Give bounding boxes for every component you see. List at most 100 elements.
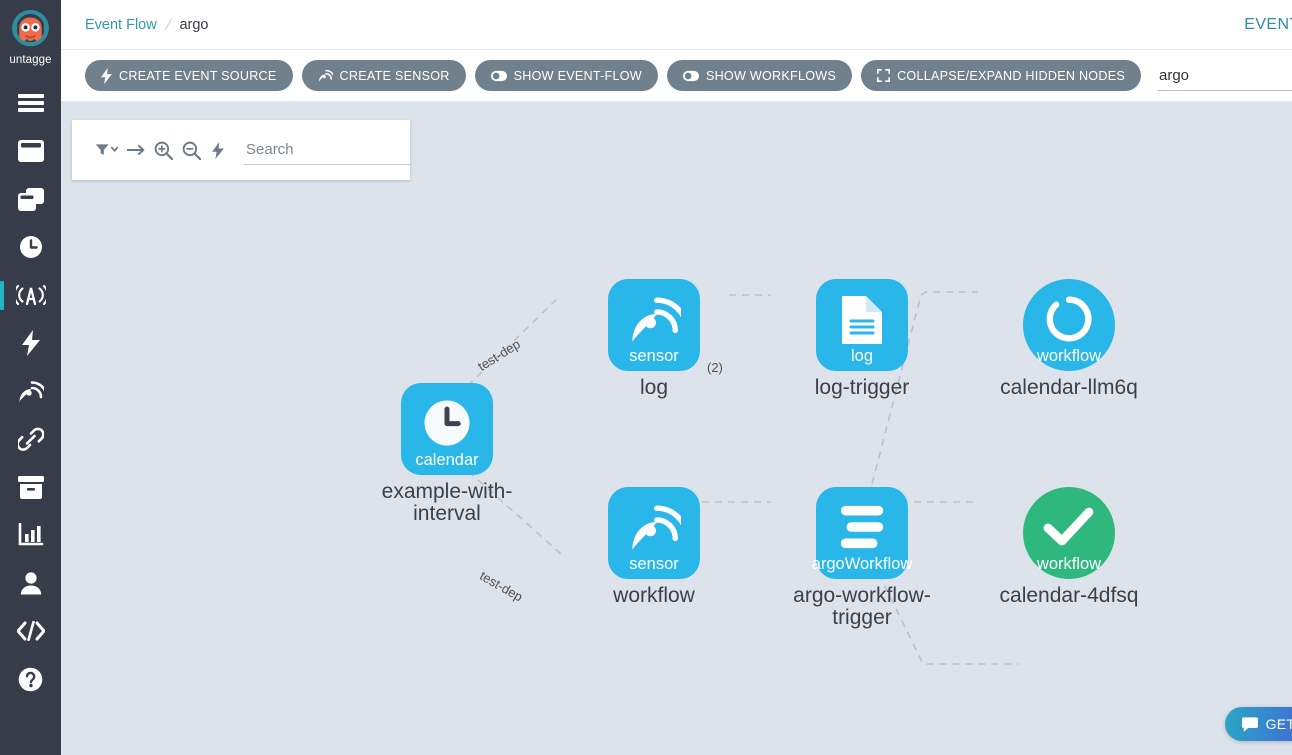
layout-direction-button[interactable] [123,136,150,164]
zoom-out-icon [182,141,201,160]
node-shape: log [816,279,908,371]
sidebar-item-cron-workflows[interactable] [0,223,61,271]
user-icon [20,572,41,595]
zoom-in-icon [155,141,174,160]
filter-button[interactable] [90,136,123,164]
node-shape: workflow [1023,279,1115,371]
satellite-dish-icon [318,69,333,83]
sidebar-nav [0,79,61,703]
expand-icon [877,69,891,82]
graph-toolbar [72,120,410,180]
breadcrumb-root-link[interactable]: Event Flow [85,17,157,33]
sidebar-item-webhooks[interactable] [0,415,61,463]
arrow-right-icon [126,144,144,156]
help-circle-icon [18,667,43,691]
action-toolbar: CREATE EVENT SOURCE CREATE SENSOR SHOW E… [61,50,1292,102]
graph-node-calendar-llm6q[interactable]: workflow calendar-llm6q [981,279,1157,399]
window-card-icon [17,140,44,162]
node-shape: sensor [608,279,700,371]
top-header: Event Flow / argo EVENT FLOW [61,0,1292,50]
graph-node-argo-workflow-trigger[interactable]: argoWorkflow argo-workflow-trigger [774,487,950,630]
node-shape: calendar [401,383,493,475]
get-help-button[interactable]: GET HELP [1224,707,1292,741]
graph-node-calendar-4dfsq[interactable]: workflow calendar-4dfsq [981,487,1157,607]
node-label: example-with-interval [381,480,513,526]
zoom-out-button[interactable] [178,136,205,164]
sidebar-item-archived-workflows[interactable] [0,463,61,511]
spinner-running-icon [1046,296,1092,342]
clock-icon [424,400,470,446]
sidebar-logo-label: untagge [9,54,52,66]
toolbar-search-wrap [1157,60,1292,91]
node-label: workflow [613,584,695,607]
sidebar-item-workflow-templates[interactable] [0,175,61,223]
sidebar-item-event-flow[interactable] [0,271,61,319]
hamburger-menu-icon [17,94,44,112]
node-badge: workflow [1036,554,1102,573]
link-chain-icon [17,427,44,451]
sidebar-item-help[interactable] [0,655,61,703]
sidebar-item-sensors[interactable] [0,367,61,415]
satellite-dish-icon [19,381,44,403]
sidebar-logo[interactable]: untagge [8,0,53,66]
chat-bubble-icon [1241,716,1258,732]
lightning-bolt-icon [101,67,112,84]
graph-node-log-trigger[interactable]: log log-trigger [774,279,950,399]
sidebar-item-workflows[interactable] [0,127,61,175]
node-badge: calendar [415,450,479,469]
toggle-icon [682,70,699,81]
graph-node-log-sensor[interactable]: sensor log [566,279,742,399]
node-label: calendar-llm6q [1000,376,1138,399]
show-event-flow-label: SHOW EVENT-FLOW [513,68,642,83]
graph-node-workflow-sensor[interactable]: sensor workflow [566,487,742,607]
graph-node-example-with-interval[interactable]: calendar example-with-interval [359,383,535,526]
event-flow-canvas[interactable]: calendar example-with-interval sensor lo… [61,102,1292,755]
bar-chart-icon [18,523,43,546]
collapse-expand-label: COLLAPSE/EXPAND HIDDEN NODES [897,68,1125,83]
reset-button[interactable] [205,136,232,164]
create-event-source-button[interactable]: CREATE EVENT SOURCE [85,60,293,91]
sidebar-item-menu[interactable] [0,79,61,127]
sidebar-item-user[interactable] [0,559,61,607]
show-event-flow-toggle[interactable]: SHOW EVENT-FLOW [474,60,658,91]
node-shape: argoWorkflow [812,487,912,579]
show-workflows-label: SHOW WORKFLOWS [705,68,837,83]
sidebar-item-reports[interactable] [0,511,61,559]
create-sensor-button[interactable]: CREATE SENSOR [301,60,466,91]
node-badge: sensor [629,346,679,365]
document-icon [842,296,882,344]
search-input[interactable] [1157,60,1292,91]
main-area: Event Flow / argo EVENT FLOW CREATE EVEN… [61,0,1292,755]
code-brackets-icon [16,621,45,641]
graph-edges [448,291,1019,665]
copy-stack-icon [17,187,44,211]
list-bars-icon [840,505,884,549]
sidebar-item-api-docs[interactable] [0,607,61,655]
collapse-expand-hidden-nodes-button[interactable]: COLLAPSE/EXPAND HIDDEN NODES [861,60,1141,91]
lightning-bolt-icon [212,141,225,159]
get-help-label: GET HELP [1265,716,1292,732]
archive-box-icon [17,475,44,499]
check-icon [1043,507,1094,546]
show-workflows-toggle[interactable]: SHOW WORKFLOWS [666,60,853,91]
node-label: log-trigger [814,376,910,399]
page-title: EVENT FLOW [1244,15,1292,33]
zoom-in-button[interactable] [150,136,177,164]
node-badge: log [850,346,874,365]
sidebar-item-event-sources[interactable] [0,319,61,367]
node-shape: sensor [608,487,700,579]
create-event-source-label: CREATE EVENT SOURCE [119,68,277,83]
node-badge: workflow [1036,346,1102,365]
breadcrumb: Event Flow / argo [85,14,209,35]
create-sensor-label: CREATE SENSOR [339,68,450,83]
filter-funnel-icon [95,144,118,155]
node-label: log [639,376,669,399]
node-label: calendar-4dfsq [999,584,1139,607]
breadcrumb-current: argo [179,16,209,33]
node-badge: sensor [629,554,679,573]
node-badge: argoWorkflow [811,554,913,573]
argo-octopus-logo-icon [12,9,49,47]
toggle-icon [490,70,507,81]
satellite-dish-icon [632,297,681,342]
graph-search-input[interactable] [244,135,410,165]
